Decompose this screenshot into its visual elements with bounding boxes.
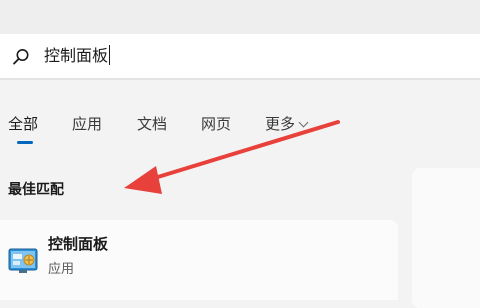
- search-box[interactable]: 控制面板: [0, 34, 480, 80]
- tab-apps[interactable]: 应用: [72, 112, 102, 136]
- best-match-heading: 最佳匹配: [8, 182, 64, 198]
- search-icon: [11, 47, 31, 67]
- annotation-arrow: [124, 120, 340, 194]
- result-type: 应用: [48, 262, 75, 277]
- best-match-result[interactable]: 控制面板 应用: [0, 220, 398, 300]
- search-query: 控制面板: [44, 46, 109, 65]
- control-panel-icon: [8, 246, 40, 276]
- active-tab-indicator: [17, 141, 33, 144]
- text-caret: [109, 45, 111, 65]
- tab-all[interactable]: 全部: [8, 112, 38, 136]
- details-panel: [412, 168, 480, 308]
- result-title: 控制面板: [48, 235, 109, 253]
- window-top-strip: [0, 0, 480, 34]
- search-input[interactable]: 控制面板: [44, 45, 111, 67]
